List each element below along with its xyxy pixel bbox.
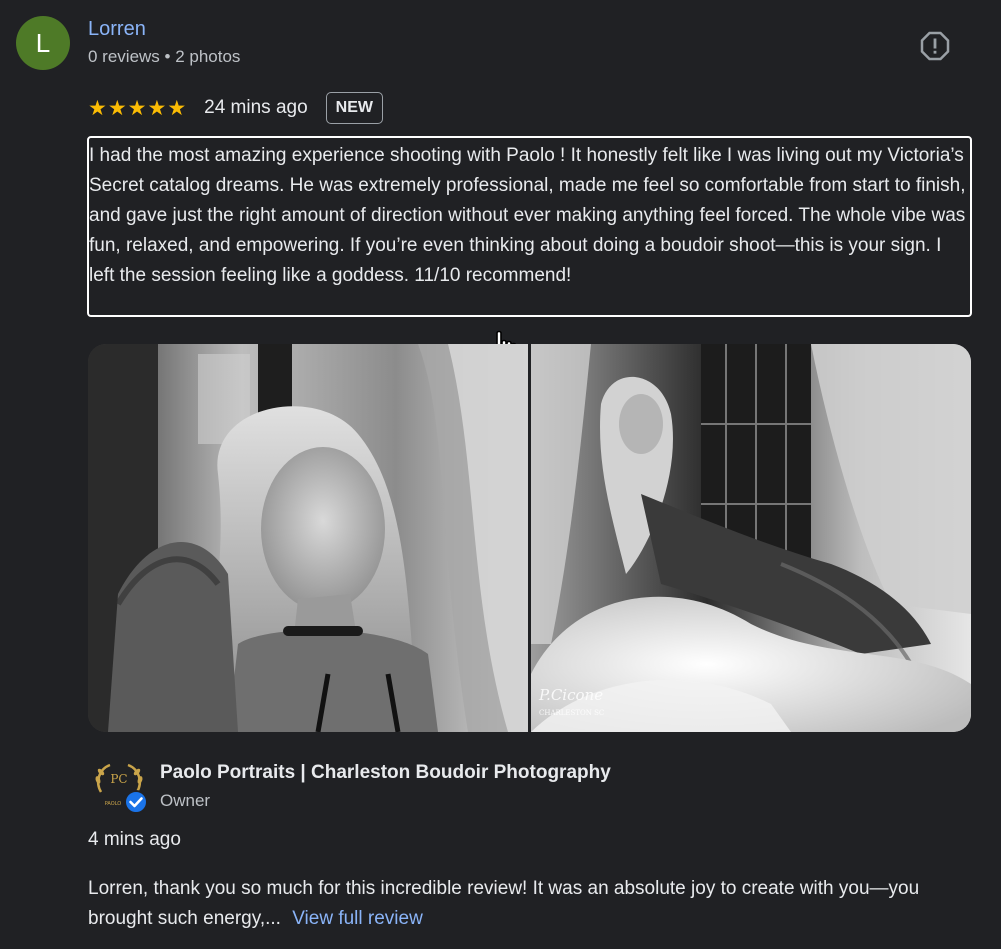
star-icon: ★ (88, 96, 107, 120)
owner-logo-subtext: PAOLO (105, 801, 122, 807)
review-photo-portrait[interactable] (88, 344, 528, 732)
star-icon: ★ (167, 96, 187, 120)
view-full-review-link[interactable]: View full review (292, 908, 423, 929)
owner-response-body: Lorren, thank you so much for this incre… (88, 878, 920, 929)
photo-watermark-signature: P.Cicone (538, 686, 603, 704)
rating-row: ★ ★ ★ ★ ★ 24 mins ago NEW (88, 91, 383, 125)
review-text[interactable]: I had the most amazing experience shooti… (87, 136, 972, 317)
owner-role: Owner (160, 791, 211, 810)
owner-response-text: Lorren, thank you so much for this incre… (88, 874, 968, 934)
reviewer-name-link[interactable]: Lorren (88, 18, 146, 41)
owner-logo-monogram: PC (110, 772, 127, 786)
review-time: 24 mins ago (204, 97, 308, 118)
reviewer-meta: 0 reviews • 2 photos (88, 47, 241, 66)
avatar-initial: L (35, 27, 51, 58)
star-rating: ★ ★ ★ ★ ★ (88, 98, 186, 119)
review-photos: P.Cicone CHARLESTON SC (88, 344, 971, 732)
star-icon: ★ (147, 96, 167, 120)
verified-check-icon (124, 790, 148, 814)
star-icon: ★ (107, 96, 127, 120)
star-icon: ★ (127, 96, 147, 120)
reviewer-avatar[interactable]: L (16, 16, 70, 70)
owner-name: Paolo Portraits | Charleston Boudoir Pho… (160, 762, 611, 783)
new-badge: NEW (325, 92, 383, 124)
report-icon[interactable] (919, 30, 951, 62)
review-card: L Lorren 0 reviews • 2 photos ★ ★ ★ ★ ★ … (0, 0, 1001, 949)
photo-watermark-city: CHARLESTON SC (539, 709, 604, 717)
review-photo-lounge[interactable]: P.Cicone CHARLESTON SC (531, 344, 971, 732)
owner-response-time: 4 mins ago (88, 829, 181, 850)
owner-logo[interactable]: PC PAOLO (92, 760, 148, 814)
